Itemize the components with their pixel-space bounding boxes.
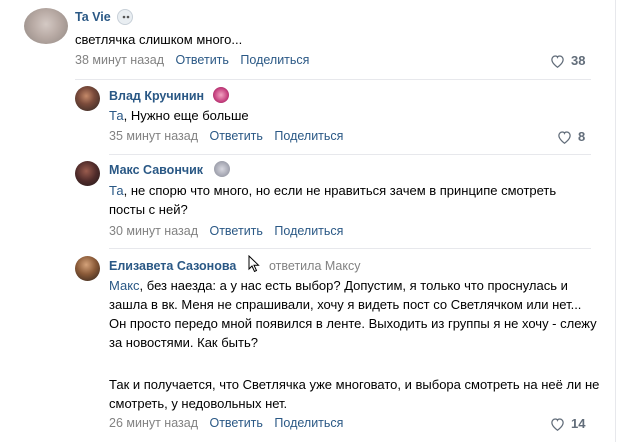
comment-text: Та, Нужно еще больше bbox=[109, 106, 599, 125]
comment-body: , Нужно еще больше bbox=[123, 108, 249, 123]
timestamp[interactable]: 30 минут назад bbox=[109, 224, 198, 238]
timestamp[interactable]: 35 минут назад bbox=[109, 129, 198, 143]
avatar[interactable] bbox=[24, 8, 68, 44]
heart-icon bbox=[558, 130, 571, 144]
heart-icon bbox=[551, 417, 564, 431]
comment-meta: 35 минут назад Ответить Поделиться bbox=[109, 129, 351, 143]
mouse-emoji-icon bbox=[214, 161, 230, 177]
reply-target-label[interactable]: ответила Максу bbox=[269, 259, 360, 273]
author-name[interactable]: Влад Кручинин bbox=[109, 89, 204, 103]
comment-meta: 26 минут назад Ответить Поделиться bbox=[109, 416, 351, 430]
share-button[interactable]: Поделиться bbox=[274, 224, 343, 238]
comment-body: , без наезда: а у нас есть выбор? Допуст… bbox=[109, 278, 597, 350]
avatar[interactable] bbox=[75, 256, 100, 281]
like-count: 8 bbox=[578, 129, 586, 144]
divider bbox=[75, 79, 591, 80]
reply-mention-link[interactable]: Макс bbox=[109, 278, 140, 293]
comment-meta: 38 минут назад Ответить Поделиться bbox=[75, 53, 317, 67]
avatar[interactable] bbox=[75, 161, 100, 186]
divider bbox=[109, 248, 591, 249]
comment-body: Так и получается, что Светлячка уже мног… bbox=[109, 377, 600, 411]
author-name[interactable]: Макс Савончик bbox=[109, 163, 203, 177]
share-button[interactable]: Поделиться bbox=[240, 53, 309, 67]
comment-meta: 30 минут назад Ответить Поделиться bbox=[109, 224, 351, 238]
reply-button[interactable]: Ответить bbox=[175, 53, 228, 67]
reply-button[interactable]: Ответить bbox=[209, 416, 262, 430]
right-edge-border bbox=[615, 0, 616, 442]
reply-button[interactable]: Ответить bbox=[209, 224, 262, 238]
like-count: 38 bbox=[571, 53, 586, 68]
share-button[interactable]: Поделиться bbox=[274, 416, 343, 430]
like-button[interactable]: 8 bbox=[557, 129, 585, 144]
share-button[interactable]: Поделиться bbox=[274, 129, 343, 143]
divider bbox=[109, 154, 591, 155]
avatar[interactable] bbox=[75, 86, 100, 111]
heart-icon bbox=[551, 54, 564, 68]
reply-mention-link[interactable]: Та bbox=[109, 108, 124, 123]
like-count: 14 bbox=[571, 416, 586, 431]
like-button[interactable]: 14 bbox=[550, 416, 585, 431]
comment-text: светлячка слишком много... bbox=[75, 30, 595, 49]
comment-body: светлячка слишком много... bbox=[75, 32, 243, 47]
author-name[interactable]: Ta Vie bbox=[75, 10, 111, 24]
comment-text: Макс, без наезда: а у нас есть выбор? До… bbox=[109, 276, 601, 352]
comment-body: , не спорю что много, но если не нравить… bbox=[109, 183, 557, 217]
mouse-cursor-icon bbox=[248, 255, 260, 273]
author-name[interactable]: Елизавета Сазонова bbox=[109, 259, 236, 273]
flower-emoji-icon bbox=[213, 87, 229, 103]
comment-text-paragraph-2: Так и получается, что Светлячка уже мног… bbox=[109, 375, 601, 413]
comment-text: Та, не спорю что много, но если не нрави… bbox=[109, 181, 589, 219]
ghost-emoji-icon bbox=[117, 9, 133, 25]
reply-button[interactable]: Ответить bbox=[209, 129, 262, 143]
timestamp[interactable]: 26 минут назад bbox=[109, 416, 198, 430]
reply-mention-link[interactable]: Та bbox=[109, 183, 124, 198]
timestamp[interactable]: 38 минут назад bbox=[75, 53, 164, 67]
like-button[interactable]: 38 bbox=[550, 53, 585, 68]
